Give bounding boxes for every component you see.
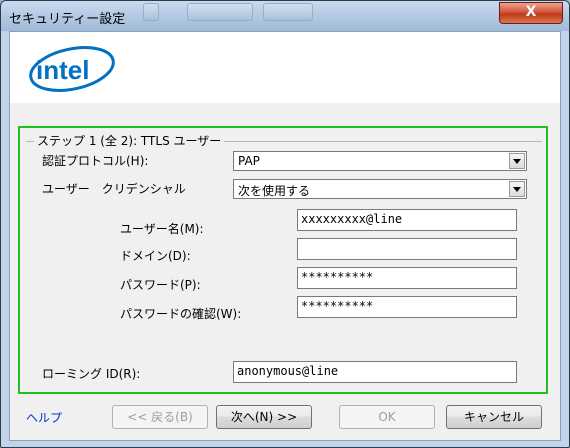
- domain-input[interactable]: [297, 238, 517, 260]
- back-button[interactable]: << 戻る(B): [112, 405, 208, 429]
- confirm-password-input[interactable]: **********: [297, 296, 517, 318]
- ok-button[interactable]: OK: [339, 405, 435, 429]
- chevron-down-icon[interactable]: [509, 181, 525, 197]
- auth-protocol-select[interactable]: PAP: [233, 151, 527, 171]
- credentials-select[interactable]: 次を使用する: [233, 179, 527, 199]
- step-legend: ステップ 1 (全 2): TTLS ユーザー: [34, 132, 225, 149]
- background-tab-ghost: [143, 3, 159, 21]
- intel-logo-text: intel: [36, 55, 89, 85]
- dialog-client-area: intel ステップ 1 (全 2): TTLS ユーザー 認証プロトコル(H)…: [9, 31, 561, 441]
- credentials-value: 次を使用する: [238, 184, 311, 198]
- cancel-button[interactable]: キャンセル: [446, 405, 542, 429]
- background-tab-ghost: [263, 3, 313, 21]
- intel-logo: intel: [29, 46, 115, 92]
- next-button[interactable]: 次へ(N) >>: [216, 405, 312, 429]
- username-input[interactable]: xxxxxxxxx@line: [297, 209, 517, 231]
- close-icon: X: [525, 4, 537, 20]
- help-link[interactable]: ヘルプ: [26, 409, 62, 426]
- password-input[interactable]: **********: [297, 267, 517, 289]
- username-label: ユーザー名(M):: [120, 222, 204, 236]
- security-settings-window: セキュリティー設定 X intel ステップ 1 (全 2): TTLS ユーザ…: [0, 0, 570, 448]
- roaming-id-input[interactable]: anonymous@line: [233, 361, 517, 383]
- title-bar[interactable]: セキュリティー設定 X: [1, 1, 569, 31]
- auth-protocol-label: 認証プロトコル(H):: [42, 154, 149, 168]
- background-tab-ghost: [187, 3, 253, 21]
- roaming-id-label: ローミング ID(R):: [42, 367, 141, 381]
- credentials-label: ユーザー クリデンシャル: [42, 182, 186, 196]
- password-label: パスワード(P):: [120, 278, 201, 292]
- header-banner: intel: [10, 32, 560, 103]
- chevron-down-icon[interactable]: [509, 153, 525, 169]
- auth-protocol-value: PAP: [238, 154, 260, 168]
- domain-label: ドメイン(D):: [120, 249, 191, 263]
- confirm-password-label: パスワードの確認(W):: [120, 307, 242, 321]
- close-button[interactable]: X: [499, 2, 563, 24]
- window-title: セキュリティー設定: [9, 12, 126, 27]
- ttls-user-group: ステップ 1 (全 2): TTLS ユーザー 認証プロトコル(H): PAP …: [18, 126, 548, 394]
